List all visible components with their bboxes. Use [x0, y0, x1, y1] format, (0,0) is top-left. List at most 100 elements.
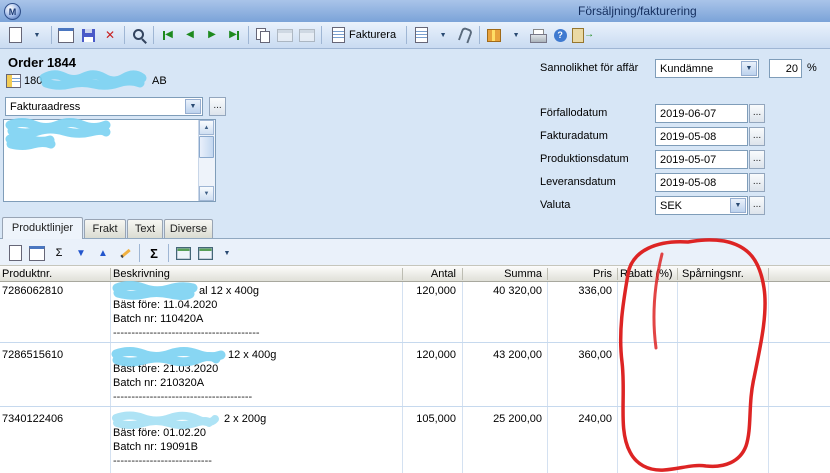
forfallodatum-more-button[interactable]: ... [749, 104, 765, 123]
delete-button[interactable]: ✕ [100, 24, 120, 46]
open-line-button[interactable] [27, 242, 47, 264]
save-button[interactable] [78, 24, 98, 46]
first-record-button[interactable]: ◀ [158, 24, 178, 46]
header-separator [402, 268, 403, 280]
table-menu-dropdown-button[interactable]: ▼ [217, 242, 237, 264]
table-row[interactable]: 7340122406 2 x 200g Bäst före: 01.02.20 … [0, 413, 830, 470]
tab-diverse[interactable]: Diverse [164, 219, 213, 238]
customer-card-icon [6, 74, 21, 88]
tab-produktlinjer[interactable]: Produktlinjer [2, 217, 83, 239]
previous-record-button[interactable]: ◀ [180, 24, 200, 46]
cell-best-before: Bäst före: 21.03.2020 [113, 363, 218, 375]
last-record-button[interactable]: ▶ [224, 24, 244, 46]
window-title: Försäljning/fakturering [578, 4, 697, 18]
cell-produktnr: 7286515610 [2, 349, 63, 361]
valuta-more-button[interactable]: ... [749, 196, 765, 215]
address-type-combobox[interactable]: Fakturaadress ▼ [5, 97, 203, 116]
move-line-up-button[interactable]: ▲ [93, 242, 113, 264]
address-more-button[interactable]: ... [209, 97, 226, 116]
column-rabatt[interactable]: Rabatt (%) [620, 268, 673, 280]
column-pris[interactable]: Pris [545, 268, 612, 280]
chevron-down-icon[interactable]: ▼ [730, 198, 746, 213]
fakturera-label: Fakturera [349, 29, 396, 41]
header-separator [110, 268, 111, 280]
cell-description: 12 x 400g [228, 349, 276, 361]
column-summa[interactable]: Summa [465, 268, 542, 280]
scrollbar-thumb[interactable] [199, 136, 214, 158]
chevron-down-icon: ▼ [440, 32, 447, 39]
new-line-button[interactable] [5, 242, 25, 264]
new-dropdown-button[interactable]: ▼ [27, 24, 47, 46]
address-scrollbar[interactable]: ▲ ▼ [198, 120, 215, 201]
edit-line-button[interactable] [115, 242, 135, 264]
fakturera-button[interactable]: Fakturera [326, 24, 402, 46]
table-body: 7286062810 al 12 x 400g Bäst före: 11.04… [0, 282, 830, 473]
probability-percent-field[interactable]: 20 [769, 59, 802, 78]
cell-pris: 360,00 [545, 349, 612, 361]
table-row[interactable]: 7286515610 12 x 400g Bäst före: 21.03.20… [0, 349, 830, 406]
application-window: M Försäljning/fakturering ▼ ✕ ◀ ◀ ▶ ▶ Fa… [0, 0, 830, 473]
toolbar-separator [153, 26, 154, 44]
help-button[interactable]: ? [550, 24, 570, 46]
report-button[interactable] [297, 24, 317, 46]
copy-button[interactable] [253, 24, 273, 46]
app-logo-icon: M [4, 3, 21, 20]
tab-frakt[interactable]: Frakt [84, 219, 126, 238]
column-antal[interactable]: Antal [380, 268, 456, 280]
address-listbox[interactable]: ▲ ▼ [3, 119, 216, 202]
scroll-up-icon[interactable]: ▲ [199, 120, 214, 135]
printer-icon [530, 29, 546, 42]
table-header: Produktnr. Beskrivning Antal Summa Pris … [0, 265, 830, 282]
column-produktnr[interactable]: Produktnr. [2, 268, 52, 280]
exit-door-icon [572, 28, 584, 43]
chevron-down-icon[interactable]: ▼ [185, 99, 201, 114]
leveransdatum-more-button[interactable]: ... [749, 173, 765, 192]
document-button[interactable] [411, 24, 431, 46]
cell-description: al 12 x 400g [199, 285, 259, 297]
insert-sum-button[interactable]: Σ [49, 242, 69, 264]
column-beskrivning[interactable]: Beskrivning [113, 268, 170, 280]
row-separator [0, 342, 830, 343]
cell-produktnr: 7340122406 [2, 413, 63, 425]
leveransdatum-field[interactable]: 2019-05-08 [655, 173, 748, 192]
column-sparningsnr[interactable]: Spårningsnr. [682, 268, 744, 280]
package-dropdown-button[interactable]: ▼ [506, 24, 526, 46]
forfallodatum-field[interactable]: 2019-06-07 [655, 104, 748, 123]
produktionsdatum-field[interactable]: 2019-05-07 [655, 150, 748, 169]
next-record-button[interactable]: ▶ [202, 24, 222, 46]
sannolikhet-combobox[interactable]: Kundämne ▼ [655, 59, 759, 78]
paperclip-icon [458, 27, 473, 44]
exit-button[interactable]: → [572, 24, 594, 46]
new-button[interactable] [5, 24, 25, 46]
copy-icon [256, 28, 270, 42]
table-menu-icon [198, 247, 213, 260]
open-list-button[interactable] [56, 24, 76, 46]
attachment-button[interactable] [455, 24, 475, 46]
link-table-button[interactable] [173, 242, 193, 264]
header-separator [547, 268, 548, 280]
cell-dashes: ---------------------------------------- [113, 327, 260, 339]
fakturadatum-more-button[interactable]: ... [749, 127, 765, 146]
valuta-combobox[interactable]: SEK ▼ [655, 196, 748, 215]
tab-text[interactable]: Text [127, 219, 163, 238]
toolbar-separator [479, 26, 480, 44]
produktionsdatum-more-button[interactable]: ... [749, 150, 765, 169]
move-line-down-button[interactable]: ▼ [71, 242, 91, 264]
last-arrow-icon: ▶ [229, 30, 237, 40]
sum-button[interactable]: Σ [144, 242, 164, 264]
header-separator [462, 268, 463, 280]
order-title: Order 1844 [8, 55, 76, 70]
preview-button[interactable] [275, 24, 295, 46]
package-button[interactable] [484, 24, 504, 46]
table-row[interactable]: 7286062810 al 12 x 400g Bäst före: 11.04… [0, 285, 830, 342]
fakturadatum-field[interactable]: 2019-05-08 [655, 127, 748, 146]
leveransdatum-label: Leveransdatum [540, 176, 616, 188]
scroll-down-icon[interactable]: ▼ [199, 186, 214, 201]
search-button[interactable] [129, 24, 149, 46]
chevron-down-icon: ▼ [34, 32, 41, 39]
chevron-down-icon[interactable]: ▼ [741, 61, 757, 76]
document-dropdown-button[interactable]: ▼ [433, 24, 453, 46]
table-menu-button[interactable] [195, 242, 215, 264]
produktlinjer-panel: Σ ▼ ▲ Σ ▼ Produktnr. Beskrivning Antal S… [0, 238, 830, 473]
print-button[interactable] [528, 24, 548, 46]
